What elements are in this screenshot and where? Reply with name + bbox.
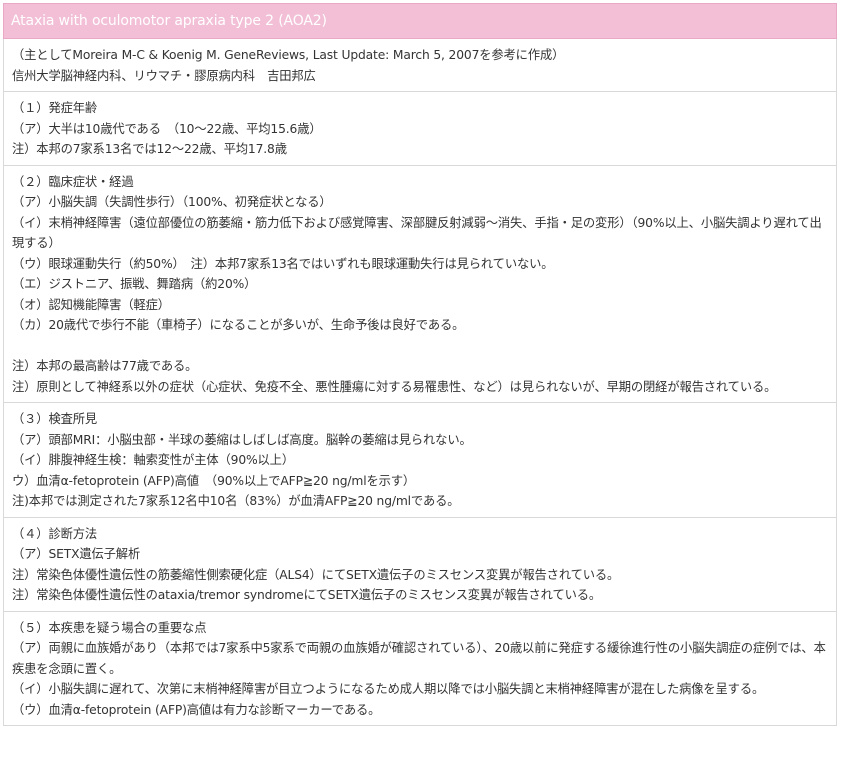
section-heading: （３）検査所見	[12, 412, 98, 426]
section-diagnosis-row: （４）診断方法 （ア）SETX遺伝子解析 注）常染色体優性遺伝性の筋萎縮性側索硬…	[3, 516, 837, 612]
section-line: （ア）両親に血族婚があり（本邦では7家系中5家系で両親の血族婚が確認されている）…	[12, 641, 826, 676]
section-line: （ア）小脳失調（失調性歩行）（100%、初発症状となる）	[12, 195, 332, 209]
section-line: （ア）SETX遺伝子解析	[12, 547, 141, 561]
section-heading: （４）診断方法	[12, 526, 98, 541]
section-findings-row: （３）検査所見 （ア）頭部MRI：小脳虫部・半球の萎縮はしばしば高度。脳幹の萎縮…	[3, 402, 837, 518]
section-onset: （１）発症年齢 （ア）大半は10歳代である （10～22歳、平均15.6歳） 注…	[3, 91, 837, 166]
document-table: Ataxia with oculomotor apraxia type 2 (A…	[3, 3, 837, 726]
section-line: （ウ）血清α-fetoprotein (AFP)高値は有力な診断マーカーである。	[12, 702, 381, 717]
page-title: Ataxia with oculomotor apraxia type 2 (A…	[3, 3, 837, 39]
source-cell: （主としてMoreira M-C & Koenig M. GeneReviews…	[3, 38, 837, 92]
section-note: 注）本邦の最高齢は77歳である。	[12, 359, 198, 373]
section-suspect-row: （５）本疾患を疑う場合の重要な点 （ア）両親に血族婚があり（本邦では7家系中5家…	[3, 610, 837, 726]
section-line: ウ）血清α-fetoprotein (AFP)高値 （90%以上でAFP≧20 …	[12, 473, 416, 488]
section-suspect: （５）本疾患を疑う場合の重要な点 （ア）両親に血族婚があり（本邦では7家系中5家…	[3, 610, 837, 726]
section-line: 注）本邦の7家系13名では12～22歳、平均17.8歳	[12, 142, 287, 156]
section-clinical-row: （２）臨床症状・経過 （ア）小脳失調（失調性歩行）（100%、初発症状となる） …	[3, 164, 837, 403]
section-heading: （５）本疾患を疑う場合の重要な点	[12, 620, 207, 635]
source-author: 信州大学脳神経内科、リウマチ・膠原病内科 吉田邦広	[12, 68, 316, 83]
section-diagnosis: （４）診断方法 （ア）SETX遺伝子解析 注）常染色体優性遺伝性の筋萎縮性側索硬…	[3, 516, 837, 612]
section-clinical: （２）臨床症状・経過 （ア）小脳失調（失調性歩行）（100%、初発症状となる） …	[3, 164, 837, 403]
section-line: （エ）ジストニア、振戦、舞踏病（約20%）	[12, 277, 257, 291]
section-note: 注）常染色体優性遺伝性の筋萎縮性側索硬化症（ALS4）にてSETX遺伝子のミスセ…	[12, 567, 620, 582]
source-row: （主としてMoreira M-C & Koenig M. GeneReviews…	[3, 38, 837, 92]
section-onset-row: （１）発症年齢 （ア）大半は10歳代である （10～22歳、平均15.6歳） 注…	[3, 91, 837, 166]
section-line: （カ）20歳代で歩行不能（車椅子）になることが多いが、生命予後は良好である。	[12, 318, 465, 332]
section-note: 注)本邦では測定された7家系12名中10名（83%）が血清AFP≧20 ng/m…	[12, 494, 460, 508]
section-note: 注）常染色体優性遺伝性のataxia/tremor syndromeにてSETX…	[12, 588, 602, 602]
title-row: Ataxia with oculomotor apraxia type 2 (A…	[3, 3, 837, 39]
section-heading: （２）臨床症状・経過	[12, 174, 134, 189]
section-line: （イ）腓腹神経生検：軸索変性が主体（90%以上）	[12, 453, 294, 467]
section-heading: （１）発症年齢	[12, 101, 98, 115]
section-line: （イ）小脳失調に遅れて、次第に末梢神経障害が目立つようになるため成人期以降では小…	[12, 682, 765, 696]
source-citation: （主としてMoreira M-C & Koenig M. GeneReviews…	[12, 48, 565, 62]
section-line: （ウ）眼球運動失行（約50%） 注）本邦7家系13名ではいずれも眼球運動失行は見…	[12, 256, 554, 271]
section-line: （イ）末梢神経障害（遠位部優位の筋萎縮・筋力低下および感覚障害、深部腱反射減弱～…	[12, 215, 822, 251]
section-line: （ア）頭部MRI：小脳虫部・半球の萎縮はしばしば高度。脳幹の萎縮は見られない。	[12, 432, 472, 447]
section-line: （ア）大半は10歳代である （10～22歳、平均15.6歳）	[12, 121, 322, 136]
section-line: （オ）認知機能障害（軽症）	[12, 297, 170, 312]
section-note: 注）原則として神経系以外の症状（心症状、免疫不全、悪性腫瘍に対する易罹患性、など…	[12, 379, 777, 394]
section-findings: （３）検査所見 （ア）頭部MRI：小脳虫部・半球の萎縮はしばしば高度。脳幹の萎縮…	[3, 402, 837, 518]
